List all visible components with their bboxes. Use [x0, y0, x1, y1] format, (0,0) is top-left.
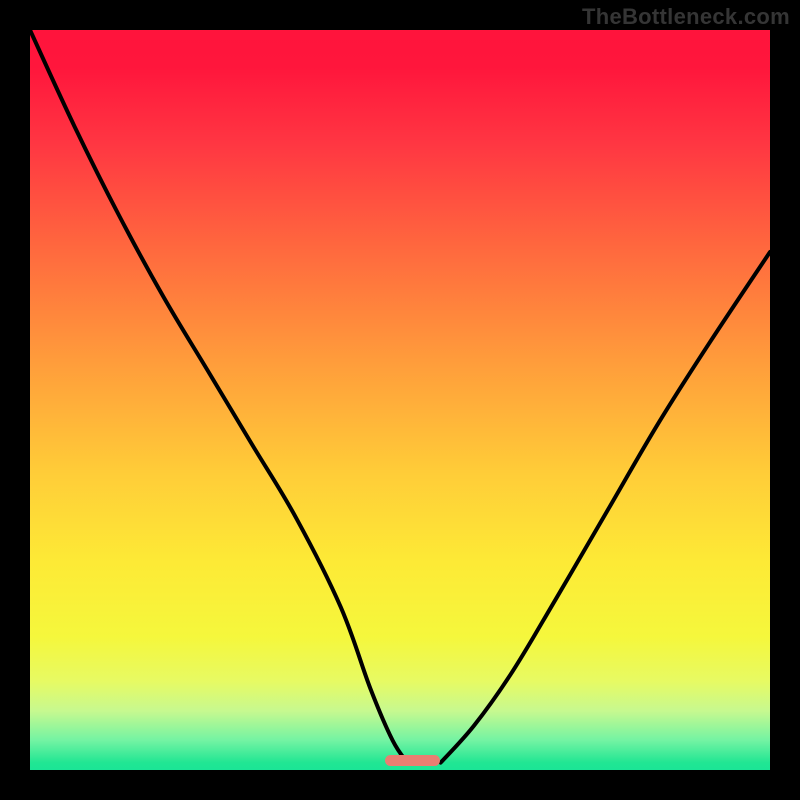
left-curve: [30, 30, 407, 763]
right-curve: [441, 252, 770, 763]
curves-svg: [30, 30, 770, 770]
plot-area: [30, 30, 770, 770]
watermark-text: TheBottleneck.com: [582, 4, 790, 30]
optimal-marker: [385, 755, 440, 766]
chart-container: TheBottleneck.com: [0, 0, 800, 800]
